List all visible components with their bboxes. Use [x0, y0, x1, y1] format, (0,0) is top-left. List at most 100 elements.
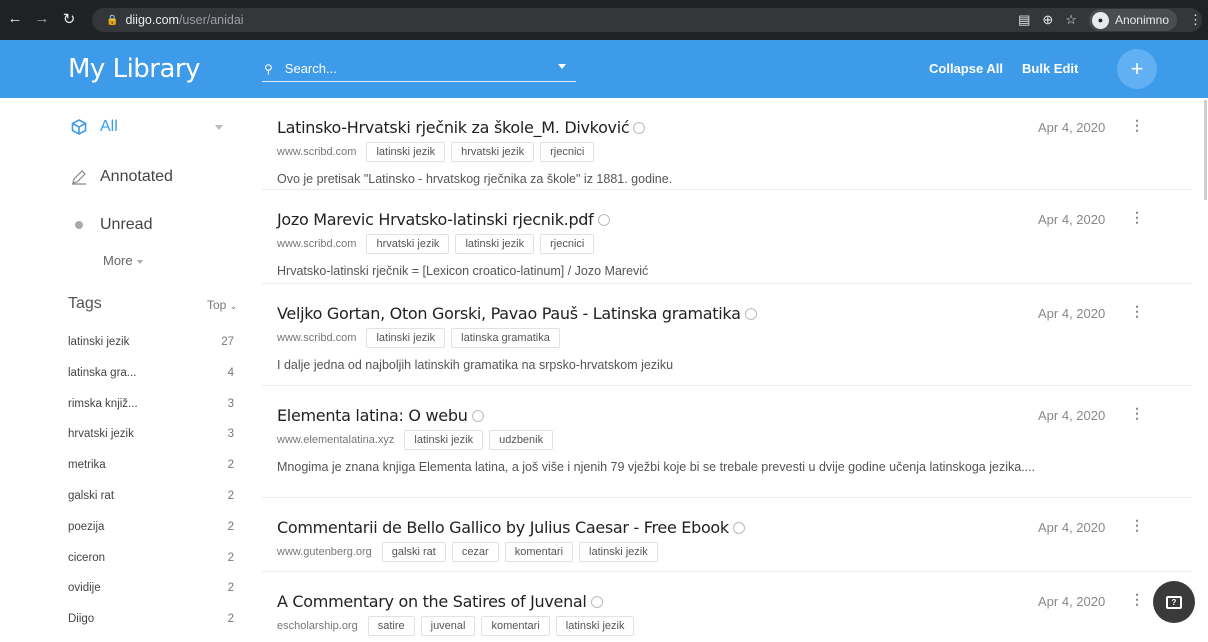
bookmark-date: Apr 4, 2020 [1038, 408, 1106, 423]
search-box[interactable]: ⚲ [262, 56, 576, 82]
tag-name: Diigo [68, 613, 95, 626]
tag-name: latinski jezik [68, 336, 130, 348]
tag-item[interactable]: poezija 2 [68, 521, 234, 533]
bookmark-title[interactable]: Latinsko-Hrvatski rječnik za škole_M. Di… [277, 118, 646, 137]
chevron-down-icon[interactable] [215, 125, 223, 130]
bookmark-star-icon[interactable]: ☆ [1065, 12, 1077, 28]
bookmark-meta: www.scribd.com latinski jezik hrvatski jez… [277, 142, 595, 162]
search-dropdown-icon[interactable] [558, 64, 566, 69]
more-options-icon[interactable]: ⋮ [1130, 517, 1144, 534]
public-globe-icon [732, 521, 745, 534]
bookmark-title-text: Commentarii de Bello Gallico by Julius C… [277, 518, 729, 537]
scrollbar[interactable] [1204, 100, 1207, 200]
bookmark-tag[interactable]: latinski jezik [366, 142, 446, 162]
browser-menu-icon[interactable]: ⋮ [1189, 12, 1202, 28]
chat-button[interactable]: ? [1153, 581, 1195, 623]
tag-count: 2 [227, 459, 234, 472]
bookmark-item: Elementa latina: O webu Apr 4, 2020 ⋮ www.e… [262, 386, 1192, 498]
search-input[interactable] [284, 61, 525, 76]
sidebar-item-all[interactable]: All [70, 118, 118, 136]
bookmark-date: Apr 4, 2020 [1038, 212, 1106, 227]
profile-button[interactable]: ● Anonimno [1088, 9, 1177, 31]
tag-name: metrika [68, 459, 106, 472]
tag-item[interactable]: ovidije 2 [68, 582, 234, 594]
bookmark-date: Apr 4, 2020 [1038, 520, 1106, 535]
public-globe-icon [590, 595, 603, 608]
chevron-down-icon [136, 259, 143, 264]
bookmark-tag[interactable]: komentari [504, 542, 574, 562]
translate-icon[interactable]: ▤ [1018, 12, 1030, 28]
bookmark-tag[interactable]: latinski jezik [455, 234, 535, 254]
reload-icon[interactable]: ↻ [58, 10, 80, 28]
bookmark-tag[interactable]: rjecnici [540, 142, 595, 162]
forward-icon[interactable]: → [31, 10, 53, 27]
bookmark-title[interactable]: Commentarii de Bello Gallico by Julius C… [277, 518, 745, 537]
bookmark-tag[interactable]: udzbenik [489, 430, 554, 450]
bookmark-description: Ovo je pretisak "Latinsko - hrvatskog rj… [277, 172, 673, 186]
tag-item[interactable]: rimska knjiž... 3 [68, 398, 234, 410]
tag-name: poezija [68, 520, 105, 533]
tag-item[interactable]: metrika 2 [68, 459, 234, 471]
bookmark-tag[interactable]: satire [367, 616, 415, 636]
bookmark-title[interactable]: Elementa latina: O webu [277, 406, 484, 425]
bookmark-tag[interactable]: latinska gramatika [451, 328, 560, 348]
bookmark-tag[interactable]: hrvatski jezik [451, 142, 535, 162]
tag-count: 2 [227, 582, 234, 595]
sidebar-item-label: Unread [100, 216, 153, 233]
tag-name: ovidije [68, 582, 101, 595]
bookmark-url[interactable]: www.scribd.com [277, 146, 356, 158]
back-icon[interactable]: ← [4, 10, 26, 27]
tag-count: 4 [227, 366, 234, 379]
bookmark-tag[interactable]: komentari [481, 616, 550, 636]
bookmark-title[interactable]: Veljko Gortan, Oton Gorski, Pavao Pauš -… [277, 304, 757, 323]
bookmark-tag[interactable]: latinski jezik [555, 616, 635, 636]
bookmark-tag[interactable]: cezar [451, 542, 499, 562]
tag-name: ciceron [68, 551, 106, 564]
more-options-icon[interactable]: ⋮ [1130, 591, 1144, 608]
bookmark-tag[interactable]: latinski jezik [579, 542, 658, 562]
more-options-icon[interactable]: ⋮ [1130, 405, 1144, 422]
chat-icon: ? [1166, 595, 1182, 609]
bookmark-tag[interactable]: rjecnici [540, 234, 595, 254]
profile-name: Anonimno [1114, 13, 1169, 27]
tag-item[interactable]: latinska gra... 4 [68, 367, 234, 379]
tag-name: hrvatski jezik [68, 428, 134, 441]
tags-sort-dropdown[interactable]: Top ⌄ [207, 298, 237, 312]
bookmark-tag[interactable]: latinski jezik [404, 430, 484, 450]
bookmark-url[interactable]: www.scribd.com [277, 238, 356, 250]
tag-count: 3 [227, 428, 234, 441]
sidebar-item-unread[interactable]: Unread [70, 216, 152, 234]
tag-item[interactable]: galski rat 2 [68, 490, 234, 502]
sidebar-item-label: Annotated [100, 168, 173, 185]
bookmark-title[interactable]: Jozo Marevic Hrvatsko-latinski rjecnik.p… [277, 210, 610, 229]
bookmark-title[interactable]: A Commentary on the Satires of Juvenal [277, 592, 603, 611]
bulk-edit-button[interactable]: Bulk Edit [1022, 61, 1078, 76]
tag-count: 2 [227, 551, 234, 564]
sidebar-item-annotated[interactable]: Annotated [70, 168, 173, 186]
bookmark-tag[interactable]: galski rat [381, 542, 446, 562]
more-options-icon[interactable]: ⋮ [1130, 117, 1144, 134]
bookmark-url[interactable]: www.scribd.com [277, 332, 356, 344]
add-button[interactable]: + [1117, 49, 1157, 89]
bookmark-url[interactable]: www.elementalatina.xyz [277, 434, 394, 446]
bookmark-url[interactable]: www.gutenberg.org [277, 546, 372, 558]
collapse-all-button[interactable]: Collapse All [929, 61, 1003, 76]
more-button[interactable]: More [103, 253, 143, 268]
bookmark-title-text: Jozo Marevic Hrvatsko-latinski rjecnik.p… [277, 210, 594, 229]
tags-sort-label: Top [207, 298, 227, 312]
tag-item[interactable]: Diigo 2 [68, 613, 234, 625]
tag-name: galski rat [68, 490, 115, 502]
bookmark-tag[interactable]: juvenal [420, 616, 476, 636]
bookmark-item: Latinsko-Hrvatski rječnik za škole_M. Di… [262, 98, 1192, 190]
bookmark-url[interactable]: escholarship.org [277, 620, 358, 632]
bookmark-tag[interactable]: latinski jezik [366, 328, 446, 348]
tag-item[interactable]: latinski jezik 27 [68, 336, 234, 348]
tag-item[interactable]: hrvatski jezik 3 [68, 428, 234, 440]
tag-item[interactable]: ciceron 2 [68, 552, 234, 564]
bookmark-tag[interactable]: hrvatski jezik [366, 234, 450, 254]
more-options-icon[interactable]: ⋮ [1130, 303, 1144, 320]
bookmark-meta: escholarship.org satire juvenal komentari la… [277, 616, 635, 636]
more-options-icon[interactable]: ⋮ [1130, 209, 1144, 226]
bookmark-title-text: Veljko Gortan, Oton Gorski, Pavao Pauš -… [277, 304, 741, 323]
zoom-icon[interactable]: ⊕ [1042, 12, 1053, 28]
